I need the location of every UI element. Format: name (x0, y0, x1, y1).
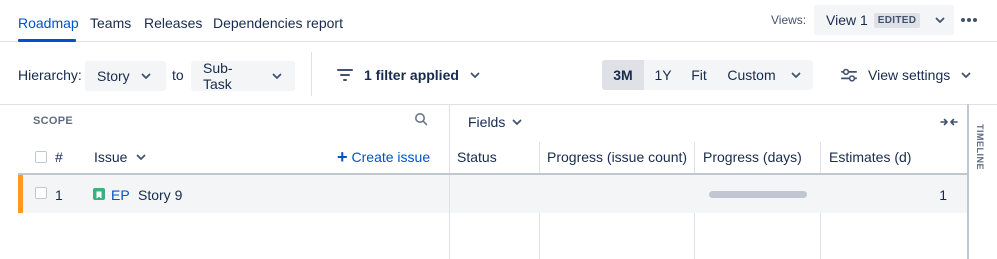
chevron-down-icon (470, 72, 480, 78)
chevron-down-icon (961, 72, 971, 78)
search-icon[interactable] (414, 112, 428, 126)
active-tab-indicator (18, 39, 76, 42)
toolbar-divider (311, 52, 312, 96)
row-number: 1 (55, 187, 63, 203)
tab-dependencies-report[interactable]: Dependencies report (213, 15, 343, 31)
epic-icon (93, 188, 105, 200)
issue-type-key[interactable]: EP (111, 187, 130, 203)
settings-sliders-icon (841, 68, 857, 82)
chevron-down-icon (141, 73, 151, 79)
timescale-fit-label: Fit (691, 67, 707, 83)
row-marker (18, 175, 23, 213)
row-checkbox[interactable] (35, 187, 47, 199)
chevron-down-icon (137, 154, 146, 160)
tab-teams[interactable]: Teams (90, 15, 131, 31)
create-issue-label: Create issue (351, 149, 431, 165)
view-settings-label: View settings (868, 67, 951, 83)
timescale-1y-label: 1Y (654, 67, 672, 83)
top-nav: Roadmap Teams Releases Dependencies repo… (0, 0, 997, 42)
views-label: Views: (771, 13, 807, 27)
chevron-down-icon (512, 119, 522, 125)
timescale-custom[interactable]: Custom (716, 60, 813, 90)
estimates-column-header[interactable]: Estimates (d) (829, 149, 911, 165)
hierarchy-to-label: to (172, 67, 184, 83)
timeline-label[interactable]: TIMELINE (975, 124, 985, 170)
column-divider (449, 175, 450, 213)
number-column-header: # (55, 149, 63, 165)
progress-days-bar (709, 191, 807, 198)
status-column-header[interactable]: Status (457, 149, 497, 165)
fields-button[interactable]: Fields (468, 114, 523, 130)
hierarchy-from-value: Story (97, 68, 130, 84)
chevron-down-icon (272, 73, 282, 79)
tab-roadmap[interactable]: Roadmap (18, 15, 79, 31)
view-settings-button[interactable]: View settings (840, 60, 972, 90)
timescale-3m-label: 3M (613, 67, 633, 83)
progress-days-column-header[interactable]: Progress (days) (703, 149, 802, 165)
filter-label: 1 filter applied (364, 67, 459, 83)
issue-title[interactable]: Story 9 (138, 187, 182, 203)
select-all-checkbox[interactable] (35, 151, 47, 163)
timescale-1y[interactable]: 1Y (644, 60, 682, 90)
chevron-down-icon (935, 17, 945, 23)
hierarchy-label: Hierarchy: (18, 67, 82, 83)
timescale-custom-label: Custom (727, 67, 776, 83)
fields-label: Fields (468, 114, 506, 130)
more-button[interactable] (957, 8, 981, 32)
timescale-3m[interactable]: 3M (602, 60, 644, 90)
filter-icon (337, 69, 353, 81)
plus-icon: + (337, 147, 348, 167)
chevron-down-icon (791, 72, 801, 78)
more-horizontal-icon (961, 18, 977, 22)
hierarchy-to-select[interactable]: Sub-Task (191, 60, 295, 92)
collapse-fields-icon[interactable] (940, 115, 958, 129)
progress-count-column-header[interactable]: Progress (issue count) (547, 149, 687, 165)
current-view-name: View 1 (826, 12, 868, 28)
tab-releases[interactable]: Releases (144, 15, 202, 31)
grid-top-border (0, 104, 997, 105)
edited-badge: EDITED (873, 12, 921, 28)
issue-column-header[interactable]: Issue (94, 149, 147, 165)
issue-column-label: Issue (94, 149, 128, 165)
scope-label: SCOPE (33, 115, 74, 127)
hierarchy-to-value: Sub-Task (203, 60, 233, 92)
hierarchy-from-select[interactable]: Story (85, 61, 166, 91)
timescale-selector: 3M 1Y Fit Custom (602, 60, 813, 90)
timescale-fit[interactable]: Fit (682, 60, 716, 90)
filter-button[interactable]: 1 filter applied (336, 60, 481, 90)
row-estimate: 1 (939, 187, 947, 203)
view-selector[interactable]: View 1 EDITED (814, 5, 954, 35)
create-issue-button[interactable]: + Create issue (337, 147, 431, 167)
